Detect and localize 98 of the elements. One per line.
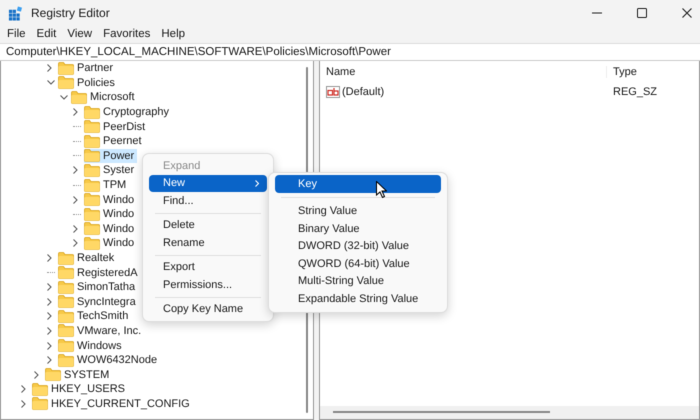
menu-item[interactable]: String Value: [275, 202, 441, 220]
folder-icon: [45, 368, 61, 382]
chevron-right-icon[interactable]: [47, 342, 52, 350]
tree-item[interactable]: Windo: [84, 222, 138, 236]
tree-item[interactable]: Realtek: [58, 251, 118, 266]
menu-item[interactable]: View: [67, 28, 92, 40]
folder-icon: [84, 149, 100, 162]
folder-icon: [84, 134, 100, 148]
tree-item[interactable]: Windo: [84, 207, 138, 222]
mouse-pointer-icon: [376, 181, 387, 198]
menu-item[interactable]: New: [149, 174, 267, 192]
folder-icon: [58, 266, 74, 280]
chevron-right-icon[interactable]: [21, 400, 26, 408]
chevron-right-icon[interactable]: [47, 298, 52, 306]
folder-icon: [84, 164, 100, 177]
menu-item[interactable]: Edit: [36, 28, 56, 40]
tree-item[interactable]: SyncIntegra: [58, 294, 139, 309]
tree-item[interactable]: TPM: [84, 178, 130, 192]
menu-item[interactable]: Delete: [149, 216, 267, 234]
menu-item[interactable]: Find...: [149, 192, 267, 210]
chevron-right-icon[interactable]: [73, 166, 78, 174]
chevron-right-icon[interactable]: [47, 326, 52, 335]
folder-icon: [58, 354, 74, 367]
chevron-down-icon[interactable]: [47, 80, 55, 86]
folder-icon: [58, 280, 74, 294]
scrollbar[interactable]: [320, 406, 699, 419]
folder-icon: [84, 236, 100, 250]
tree-item[interactable]: Peernet: [84, 134, 145, 148]
tree-item[interactable]: SimonTatha: [58, 280, 138, 294]
column-header[interactable]: Name: [320, 66, 606, 78]
tree-item[interactable]: TechSmith: [58, 309, 132, 324]
tree-item[interactable]: RegisteredA: [58, 266, 141, 280]
menu-item[interactable]: File: [7, 28, 26, 40]
tree-item[interactable]: HKEY_USERS: [32, 382, 128, 396]
column-header[interactable]: Type: [606, 66, 637, 78]
address-field[interactable]: Computer\HKEY_LOCAL_MACHINE\SOFTWARE\Policies\Microsoft\Power: [0, 43, 700, 61]
folder-icon: [84, 208, 100, 221]
folder-icon: [58, 310, 74, 323]
tree-item[interactable]: Power: [84, 148, 138, 163]
chevron-down-icon[interactable]: [60, 94, 68, 100]
folder-icon: [32, 382, 48, 396]
tree-item[interactable]: Syster: [84, 163, 138, 178]
tree-item[interactable]: Policies: [58, 76, 118, 90]
tree-item[interactable]: PeerDist: [84, 120, 148, 134]
menu-item[interactable]: Help: [161, 28, 186, 40]
menu-item[interactable]: DWORD (32-bit) Value: [275, 238, 441, 255]
minimize-icon[interactable]: [592, 12, 602, 14]
folder-icon: [58, 252, 74, 265]
folder-icon: [58, 324, 74, 338]
chevron-right-icon[interactable]: [21, 385, 26, 394]
maximize-icon[interactable]: [637, 8, 647, 18]
tree-item[interactable]: Windows: [58, 338, 125, 353]
table-cell-text: REG_SZ: [612, 86, 658, 98]
menu-item[interactable]: Permissions...: [149, 276, 267, 294]
tree-item[interactable]: Partner: [58, 61, 116, 76]
tree-item[interactable]: WOW6432Node: [58, 353, 160, 368]
menu-item[interactable]: QWORD (64-bit) Value: [275, 255, 441, 272]
folder-icon: [84, 193, 100, 206]
string-value-icon: [326, 86, 340, 98]
folder-icon: [71, 90, 87, 104]
chevron-right-icon[interactable]: [47, 283, 52, 292]
menu-item[interactable]: Copy Key Name: [149, 300, 267, 318]
tree-item[interactable]: HKEY_CURRENT_CONFIG: [32, 396, 193, 411]
folder-icon: [58, 62, 74, 75]
menu-item[interactable]: Key: [275, 175, 441, 192]
folder-icon: [58, 76, 74, 90]
folder-icon: [84, 120, 100, 134]
chevron-right-icon[interactable]: [73, 224, 78, 233]
window-title: Registry Editor: [31, 6, 110, 20]
close-icon[interactable]: [682, 8, 692, 18]
chevron-right-icon[interactable]: [47, 312, 52, 320]
chevron-right-icon[interactable]: [47, 356, 52, 364]
tree-item[interactable]: SYSTEM: [45, 368, 112, 382]
folder-icon: [84, 178, 100, 192]
menu-item[interactable]: Favorites: [103, 28, 150, 40]
menu-item[interactable]: Export: [149, 258, 267, 276]
chevron-right-icon[interactable]: [73, 108, 78, 116]
menu-item[interactable]: Expandable String Value: [275, 290, 441, 308]
tree-item[interactable]: Windo: [84, 236, 138, 250]
chevron-right-icon[interactable]: [73, 196, 78, 204]
tree-item[interactable]: Windo: [84, 192, 138, 207]
folder-icon: [58, 295, 74, 308]
chevron-right-icon[interactable]: [73, 239, 78, 248]
folder-icon: [58, 339, 74, 352]
menu-item[interactable]: Rename: [149, 234, 267, 252]
menu-item[interactable]: Binary Value: [275, 220, 441, 238]
app-icon: [8, 6, 23, 20]
folder-icon: [32, 397, 48, 410]
chevron-right-icon[interactable]: [47, 254, 52, 262]
menu-item[interactable]: Multi-String Value: [275, 272, 441, 290]
tree-item[interactable]: Cryptography: [84, 105, 172, 120]
folder-icon: [84, 106, 100, 119]
table-cell: (Default): [342, 86, 384, 98]
chevron-right-icon[interactable]: [47, 64, 52, 72]
chevron-right-icon[interactable]: [34, 370, 39, 379]
folder-icon: [84, 222, 100, 236]
tree-item[interactable]: Microsoft: [71, 90, 138, 104]
tree-item[interactable]: VMware, Inc.: [58, 324, 144, 338]
